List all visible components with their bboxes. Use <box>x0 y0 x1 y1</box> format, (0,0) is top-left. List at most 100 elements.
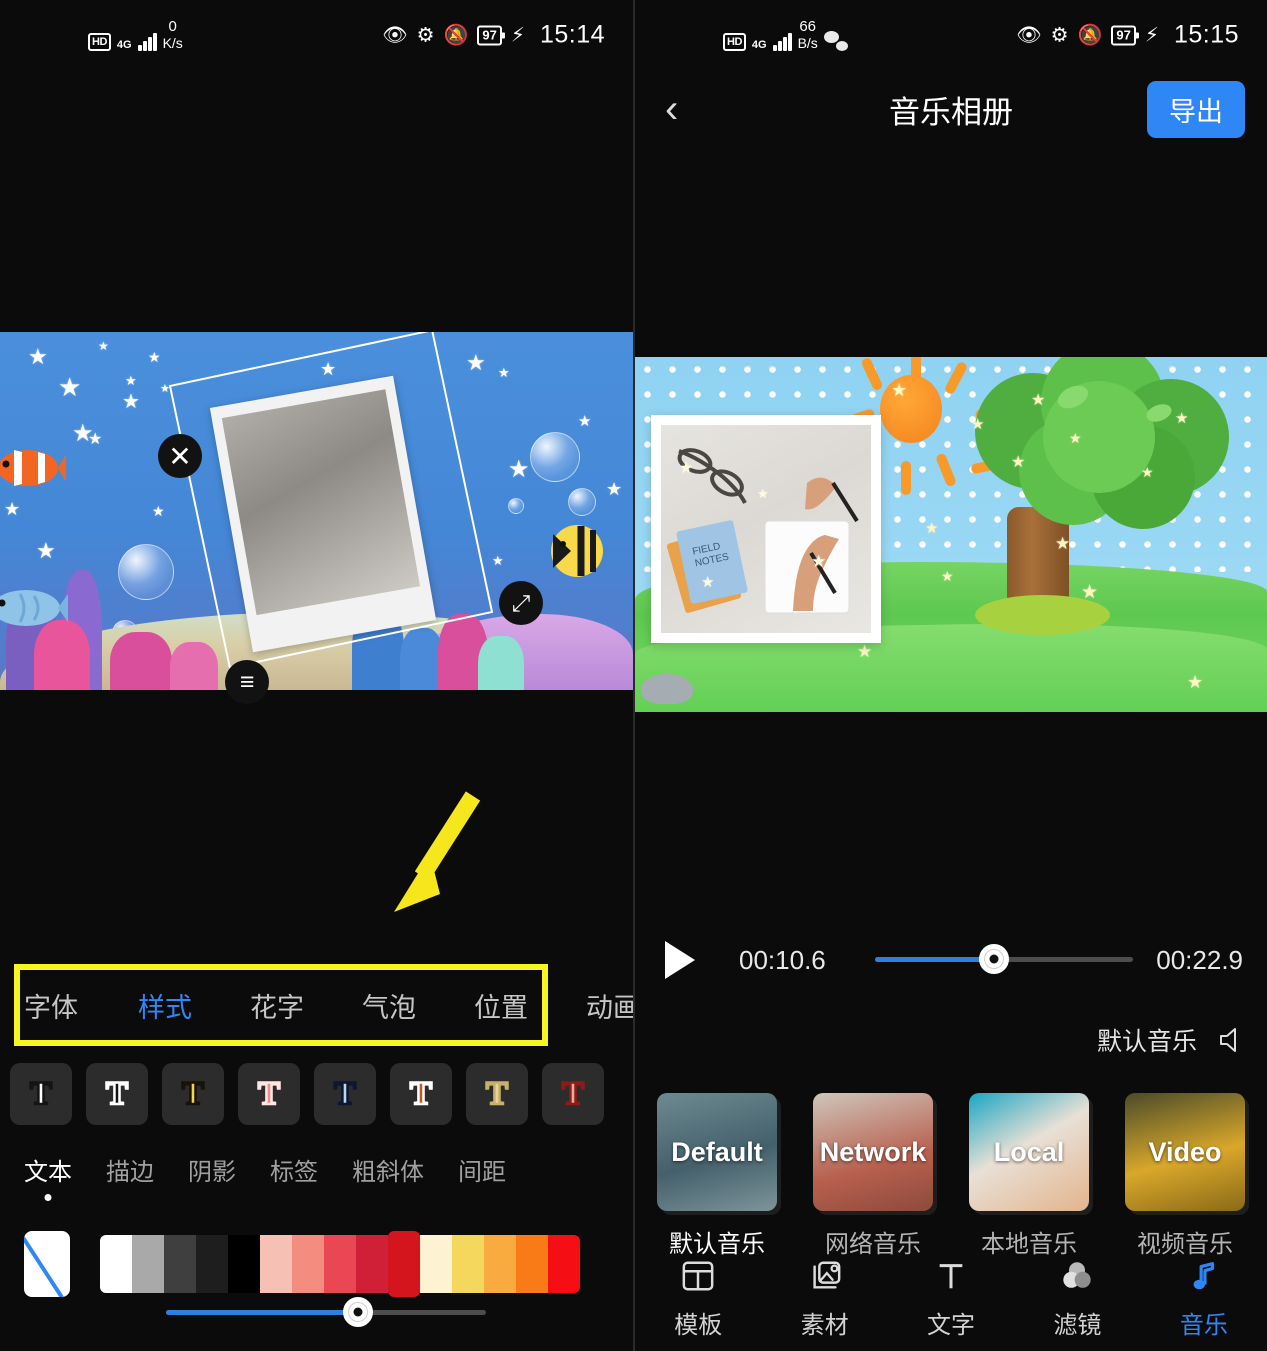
text-preset-1[interactable]: T <box>86 1063 148 1125</box>
network-speed-indicator: 66 B/s <box>797 18 818 52</box>
tree-crown <box>975 357 1229 529</box>
star-decor: ★ <box>941 568 954 584</box>
coral-decor <box>170 642 218 690</box>
music-category-card-3[interactable]: Video 视频音乐 <box>1125 1093 1245 1259</box>
rock-decor <box>641 674 693 704</box>
play-icon[interactable] <box>665 941 695 979</box>
export-button[interactable]: 导出 <box>1147 80 1245 138</box>
battery-icon: 97 <box>1111 25 1140 45</box>
eye-icon: 👁 <box>382 24 408 46</box>
slider-knob[interactable] <box>978 944 1009 974</box>
resize-icon[interactable]: ⤢ <box>499 581 543 625</box>
template-icon <box>681 1257 715 1295</box>
status-left-group: HD 4G 0 K/s <box>88 19 183 51</box>
playback-slider[interactable] <box>875 944 1133 974</box>
nav-item-滤镜[interactable]: 滤镜 <box>1014 1246 1140 1351</box>
preset-glyph-t: T <box>561 1074 586 1113</box>
photo-content: FIELD NOTES <box>666 448 859 614</box>
charging-bolt-icon: ⚡ <box>510 24 525 46</box>
color-swatch-1[interactable] <box>132 1235 164 1293</box>
nav-item-音乐[interactable]: 音乐 <box>1141 1246 1267 1351</box>
photo-frame-layer[interactable]: FIELD NOTES ★ ★ ★ ★ <box>651 415 881 643</box>
bottom-navigation-bar: 模板 素材 文字 滤镜 音乐 <box>635 1246 1267 1351</box>
color-swatch-12[interactable] <box>484 1235 516 1293</box>
left-edit-canvas[interactable]: ★ ★ ★ ★ ★ ★ ★ ★ ★ ★ ★ ★ ★ ★ ★ ★ ★ ★ ★ ★ … <box>0 332 633 690</box>
current-music-row[interactable]: 默认音乐 <box>1097 1022 1245 1058</box>
text-preset-7[interactable]: T <box>542 1063 604 1125</box>
preset-glyph-t: T <box>485 1074 510 1113</box>
tab-position[interactable]: 位置 <box>474 986 528 1025</box>
sticker-selection-frame[interactable] <box>168 332 494 669</box>
subtab-label[interactable]: 标签 <box>270 1152 318 1187</box>
star-decor: ★ <box>1069 430 1082 446</box>
battery-icon: 97 <box>477 25 506 45</box>
color-swatch-10[interactable] <box>420 1235 452 1293</box>
star-decor: ★ <box>701 574 715 591</box>
bubble-decor <box>530 432 580 482</box>
color-swatch-4[interactable] <box>228 1235 260 1293</box>
slider-knob[interactable] <box>343 1297 373 1327</box>
text-preset-2[interactable]: T <box>162 1063 224 1125</box>
tab-font[interactable]: 字体 <box>24 986 78 1025</box>
slider-fill <box>166 1310 358 1315</box>
filter-icon <box>1060 1257 1094 1295</box>
total-time: 00:22.9 <box>1156 944 1243 975</box>
color-picker-row <box>24 1231 580 1297</box>
text-preset-0[interactable]: T <box>10 1063 72 1125</box>
color-swatch-9[interactable] <box>388 1231 420 1297</box>
coral-decor <box>478 636 524 690</box>
nav-item-素材[interactable]: 素材 <box>761 1246 887 1351</box>
speaker-icon[interactable] <box>1215 1025 1245 1055</box>
card-thumbnail: Video <box>1125 1093 1245 1211</box>
star-decor: ★ <box>508 456 530 483</box>
preset-glyph-t: T <box>409 1074 434 1113</box>
text-preset-3[interactable]: T <box>238 1063 300 1125</box>
color-swatch-6[interactable] <box>292 1235 324 1293</box>
blue-fish-decor <box>0 590 68 626</box>
sun-ray <box>901 461 911 495</box>
color-swatch-0[interactable] <box>100 1235 132 1293</box>
color-swatch-2[interactable] <box>164 1235 196 1293</box>
music-category-card-2[interactable]: Local 本地音乐 <box>969 1093 1089 1259</box>
subtab-text[interactable]: 文本 <box>24 1152 72 1187</box>
preset-glyph-t: T <box>257 1074 282 1113</box>
current-time: 00:10.6 <box>739 944 826 975</box>
color-swatch-8[interactable] <box>356 1235 388 1293</box>
text-opacity-slider[interactable] <box>166 1297 486 1327</box>
tab-style[interactable]: 样式 <box>138 986 192 1025</box>
network-speed-indicator: 0 K/s <box>162 18 183 52</box>
none-color-swatch[interactable] <box>24 1231 70 1297</box>
music-category-card-1[interactable]: Network 网络音乐 <box>813 1093 933 1259</box>
right-preview-canvas[interactable]: ★ ★ ★ ★ ★ ★ ★ ★ ★ ★ ★ ★ ★ ★ ★ ★ <box>635 357 1267 712</box>
star-decor: ★ <box>498 365 510 380</box>
color-swatch-7[interactable] <box>324 1235 356 1293</box>
tab-bubble[interactable]: 气泡 <box>362 986 416 1025</box>
color-swatch-list <box>100 1231 580 1297</box>
text-preset-6[interactable]: T <box>466 1063 528 1125</box>
tab-animation[interactable]: 动画 <box>586 986 633 1025</box>
star-decor: ★ <box>757 486 769 501</box>
color-swatch-5[interactable] <box>260 1235 292 1293</box>
menu-icon[interactable]: ≡ <box>225 660 269 704</box>
close-icon[interactable]: ✕ <box>158 434 202 478</box>
subtab-stroke[interactable]: 描边 <box>106 1152 154 1187</box>
star-decor: ★ <box>4 499 21 519</box>
preset-glyph-t: T <box>29 1074 54 1113</box>
left-phone-screen: HD 4G 0 K/s 👁 ⚙︎ 🔕 97 ⚡ 15:14 ★ ★ ★ ★ ★ … <box>0 0 633 1351</box>
color-swatch-14[interactable] <box>548 1235 580 1293</box>
color-swatch-3[interactable] <box>196 1235 228 1293</box>
subtab-spacing[interactable]: 间距 <box>458 1152 506 1187</box>
text-preset-5[interactable]: T <box>390 1063 452 1125</box>
text-preset-4[interactable]: T <box>314 1063 376 1125</box>
subtab-shadow[interactable]: 阴影 <box>188 1152 236 1187</box>
color-swatch-11[interactable] <box>452 1235 484 1293</box>
color-swatch-13[interactable] <box>516 1235 548 1293</box>
subtab-bold-italic[interactable]: 粗斜体 <box>352 1152 424 1187</box>
nav-item-文字[interactable]: 文字 <box>888 1246 1014 1351</box>
status-left-group: HD 4G 66 B/s <box>723 19 848 51</box>
tab-fancy-text[interactable]: 花字 <box>250 986 304 1025</box>
yellow-fish-decor <box>551 525 603 577</box>
star-decor: ★ <box>606 479 623 499</box>
music-category-card-0[interactable]: Default 默认音乐 <box>657 1093 777 1259</box>
nav-item-模板[interactable]: 模板 <box>635 1246 761 1351</box>
